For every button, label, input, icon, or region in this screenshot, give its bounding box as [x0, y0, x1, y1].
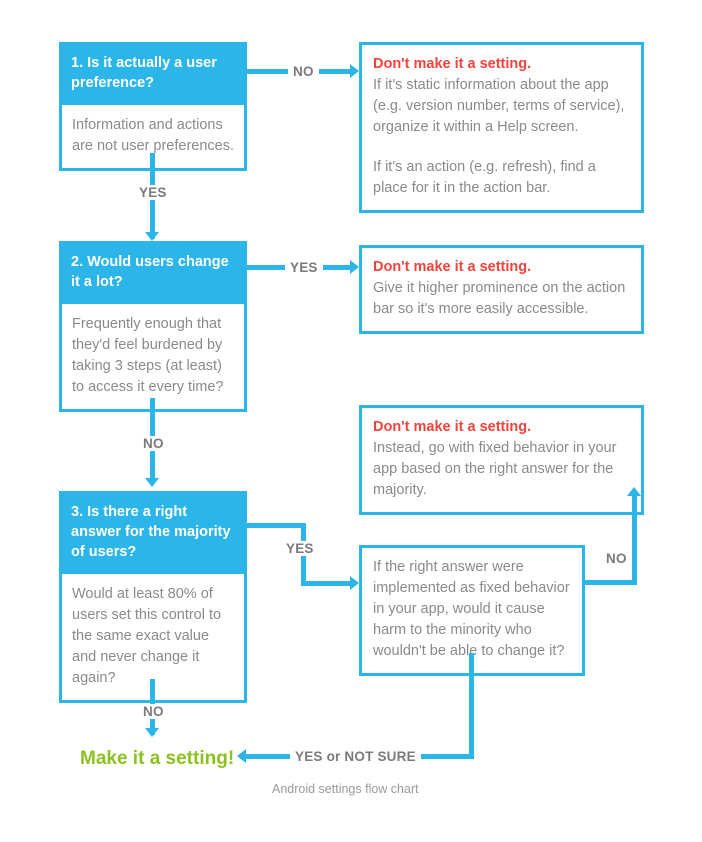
decision-box-2-detail: Frequently enough that they'd feel burde…: [62, 304, 244, 409]
edge-label-q4-yes: YES or NOT SURE: [290, 749, 421, 764]
decision-box-1[interactable]: 1. Is it actually a user preference? Inf…: [59, 42, 247, 171]
result-box-3[interactable]: Don't make it a setting. Instead, go wit…: [359, 405, 644, 515]
edge-label-q2-no: NO: [138, 436, 169, 451]
decision-box-3-heading: 3. Is there a right answer for the major…: [71, 504, 231, 560]
edge-label-q3-no: NO: [138, 704, 169, 719]
result-box-3-title: Don't make it a setting.: [373, 419, 532, 435]
edge-q3-yes-arrowhead: [350, 576, 359, 590]
decision-box-2-heading: 2. Would users change it a lot?: [71, 254, 229, 290]
edge-q2-yes-arrowhead: [350, 260, 359, 274]
decision-box-2[interactable]: 2. Would users change it a lot? Frequent…: [59, 241, 247, 412]
decision-box-3[interactable]: 3. Is there a right answer for the major…: [59, 491, 247, 703]
chart-caption: Android settings flow chart: [272, 782, 419, 796]
edge-q1-no-arrowhead: [350, 64, 359, 78]
result-box-1-paragraph-2: If it's an action (e.g. refresh), find a…: [373, 159, 596, 196]
edge-label-q1-no: NO: [288, 64, 319, 79]
edge-q3-no-arrowhead: [145, 728, 159, 737]
sub-decision-box-detail: If the right answer were implemented as …: [373, 559, 570, 659]
edge-q3-yes-segment-h1: [247, 523, 306, 528]
flowchart-canvas: 1. Is it actually a user preference? Inf…: [0, 0, 702, 842]
terminal-make-it-a-setting: Make it a setting!: [80, 748, 235, 769]
edge-q4-no-segment-v: [632, 493, 637, 585]
edge-q4-yes-arrowhead: [237, 749, 246, 763]
edge-q3-yes-segment-h2: [301, 581, 353, 586]
edge-q2-no-arrowhead: [145, 478, 159, 487]
result-box-3-paragraph-1: Instead, go with fixed behavior in your …: [373, 440, 617, 498]
result-box-1[interactable]: Don't make it a setting. If it's static …: [359, 42, 644, 213]
edge-label-q2-yes: YES: [285, 260, 323, 275]
edge-label-q4-no: NO: [601, 551, 632, 566]
edge-q4-no-segment-h: [585, 580, 637, 585]
result-box-2-paragraph-1: Give it higher prominence on the action …: [373, 280, 626, 317]
edge-label-q1-yes: YES: [134, 185, 172, 200]
result-box-2[interactable]: Don't make it a setting. Give it higher …: [359, 245, 644, 334]
result-box-1-paragraph-1: If it's static information about the app…: [373, 77, 625, 135]
edge-q4-no-arrowhead: [627, 487, 641, 496]
result-box-1-title: Don't make it a setting.: [373, 56, 532, 72]
edge-q4-yes-segment-v: [469, 653, 474, 759]
result-box-2-title: Don't make it a setting.: [373, 259, 532, 275]
edge-q1-yes-arrowhead: [145, 232, 159, 241]
decision-box-1-heading: 1. Is it actually a user preference?: [71, 55, 217, 91]
edge-label-q3-yes: YES: [281, 541, 319, 556]
